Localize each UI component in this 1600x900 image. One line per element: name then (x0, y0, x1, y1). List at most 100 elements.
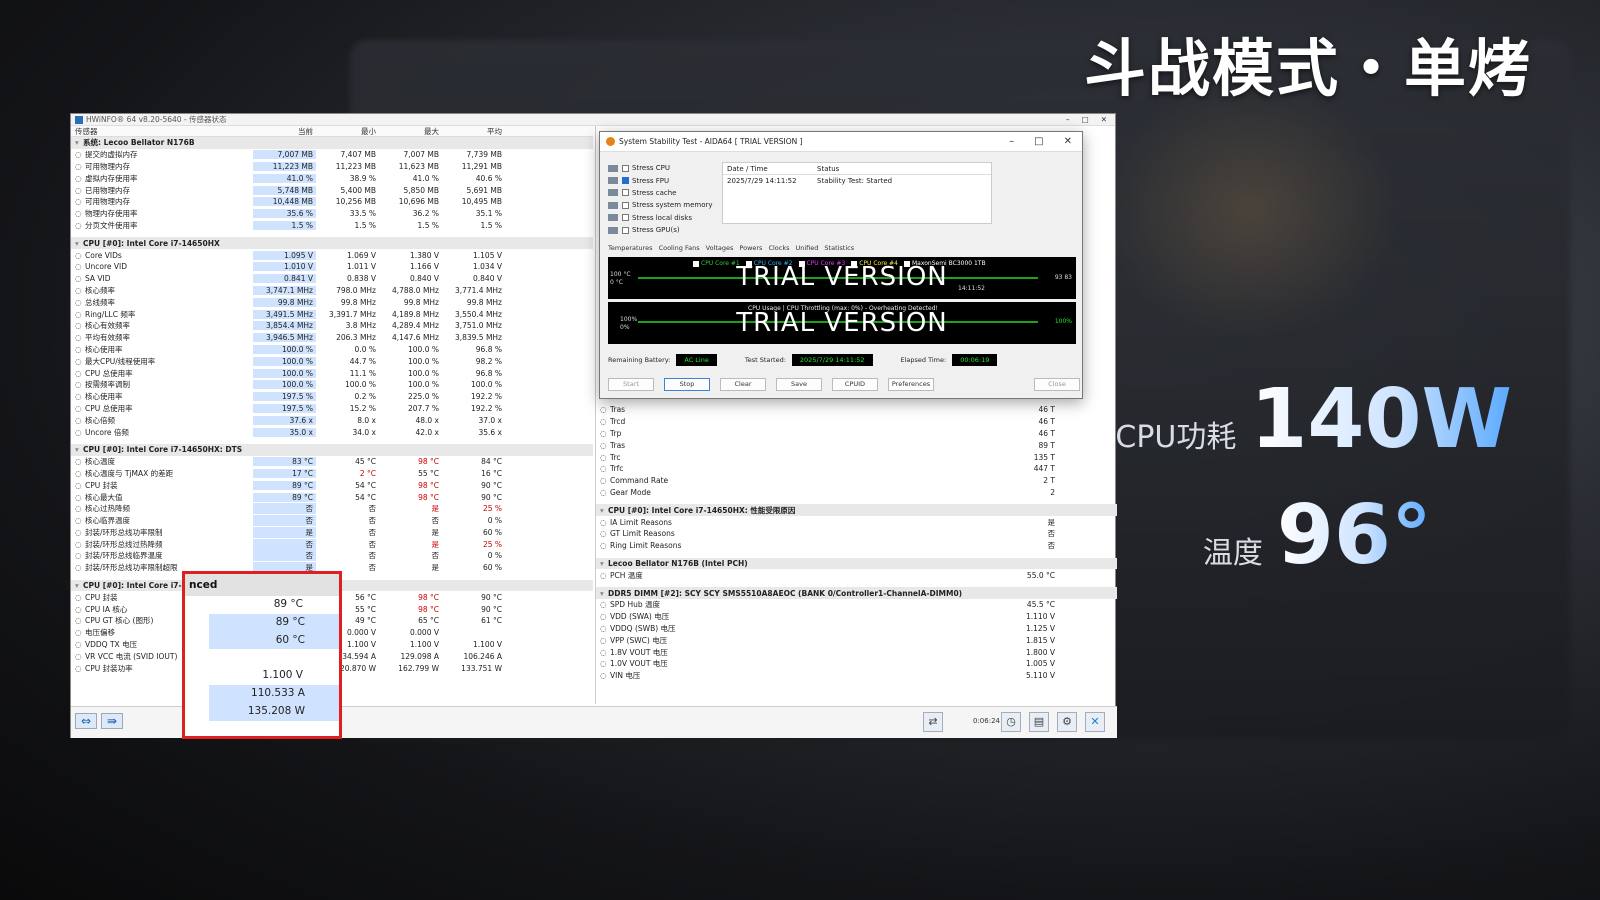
column-current[interactable]: 当前 (253, 126, 316, 137)
clock-icon[interactable]: ◷ (1001, 712, 1021, 732)
collapse-chevron-icon[interactable]: ▾ (600, 506, 608, 515)
save-button[interactable]: Save (776, 378, 822, 391)
preferences-button[interactable]: Preferences (888, 378, 934, 391)
sensor-row[interactable]: ◌ VPP (SWC) 电压 1.815 V (596, 634, 1117, 646)
sensor-row[interactable]: ◌ SA VID 0.841 V 0.838 V 0.840 V 0.840 V (71, 273, 593, 285)
settings-gear-icon[interactable]: ⚙ (1057, 712, 1077, 732)
sensor-row[interactable]: ◌ VDDQ (SWB) 电压 1.125 V (596, 623, 1117, 635)
report-icon[interactable]: ▤ (1029, 712, 1049, 732)
sensor-row[interactable]: ◌ 平均有效频率 3,946.5 MHz 206.3 MHz 4,147.6 MHz 3,… (71, 332, 593, 344)
stress-checkbox[interactable] (622, 201, 629, 209)
stop-button[interactable]: Stop (664, 378, 710, 391)
sensor-row[interactable]: ◌ 核心倍频 37.6 x 8.0 x 48.0 x 37.0 x (71, 414, 593, 426)
tab-cooling-fans[interactable]: Cooling Fans (659, 244, 700, 252)
collapse-chevron-icon[interactable]: ▾ (75, 581, 83, 590)
sensor-row[interactable]: ◌ Ring/LLC 频率 3,491.5 MHz 3,391.7 MHz 4,189.… (71, 308, 593, 320)
sensor-row[interactable]: ◌ Ring Limit Reasons 否 (596, 540, 1117, 552)
column-sensor[interactable]: 传感器 (71, 126, 253, 137)
stress-option[interactable]: Stress system memory (608, 199, 720, 211)
sensor-row[interactable]: ◌ 核心临界温度否否否 0 % (71, 515, 593, 527)
maximize-icon[interactable]: □ (1082, 115, 1089, 124)
stress-checkbox[interactable] (622, 177, 629, 185)
tab-statistics[interactable]: Statistics (824, 244, 854, 252)
sensor-row[interactable]: ◌ Command Rate 2 T (596, 475, 1117, 487)
sensor-row[interactable]: ◌ 可用物理内存 10,448 MB 10,256 MB 10,696 MB 10,495… (71, 196, 593, 208)
aida-minimize-icon[interactable]: – (1009, 136, 1014, 147)
close-app-icon[interactable]: ✕ (1085, 712, 1105, 732)
sensor-row[interactable]: ◌ 物理内存使用率 35.6 % 33.5 % 36.2 % 35.1 % (71, 208, 593, 220)
sensor-row[interactable]: ◌ Uncore VID 1.010 V 1.011 V 1.166 V 1.034 V (71, 261, 593, 273)
sensor-row[interactable]: ◌ Tras 46 T (596, 404, 1117, 416)
stress-checkbox[interactable] (622, 164, 629, 172)
stress-option[interactable]: Stress cache (608, 187, 720, 199)
sensor-row[interactable]: ◌ Core VIDs 1.095 V 1.069 V 1.380 V 1.105 V (71, 249, 593, 261)
stress-checkbox[interactable] (622, 214, 629, 222)
minimize-icon[interactable]: – (1066, 115, 1070, 124)
sensor-row[interactable]: ◌ VDD (SWA) 电压 1.110 V (596, 611, 1117, 623)
cpuid-button[interactable]: CPUID (832, 378, 878, 391)
aida-close-icon[interactable]: ✕ (1064, 136, 1072, 147)
sensor-row[interactable]: ◌ 核心过热降频否否是 25 % (71, 503, 593, 515)
collapse-chevron-icon[interactable]: ▾ (600, 589, 608, 598)
sensor-row[interactable]: ◌ 核心有效频率 3,854.4 MHz 3.8 MHz 4,289.4 MHz 3,75… (71, 320, 593, 332)
sensor-group-header[interactable]: ▾ 系统: Lecoo Bellator N176B (71, 137, 593, 149)
sensor-row[interactable]: ◌ IA Limit Reasons 是 (596, 516, 1117, 528)
sensor-row[interactable]: ◌ 最大CPU/线程使用率 100.0 % 44.7 % 100.0 % 98.2 % (71, 355, 593, 367)
sensor-group-header[interactable]: ▾ CPU [#0]: Intel Core i7-14650HX: 性能受限原因 (596, 504, 1117, 517)
sensor-row[interactable]: ◌ 已用物理内存 5,748 MB 5,400 MB 5,850 MB 5,691 MB (71, 184, 593, 196)
sensor-row[interactable]: ◌ Trcd 46 T (596, 416, 1117, 428)
sensor-row[interactable]: ◌ 封装/环形总线临界温度否否否 0 % (71, 550, 593, 562)
collapse-chevron-icon[interactable]: ▾ (75, 138, 83, 147)
tab-voltages[interactable]: Voltages (706, 244, 734, 252)
sensor-row[interactable]: ◌ Uncore 倍频 35.0 x 34.0 x 42.0 x 35.6 x (71, 426, 593, 438)
close-icon[interactable]: ✕ (1101, 115, 1107, 124)
column-avg[interactable]: 平均 (442, 126, 505, 137)
stress-checkbox[interactable] (622, 189, 629, 197)
sensor-row[interactable]: ◌ VIN 电压 5.110 V (596, 670, 1117, 682)
tab-temperatures[interactable]: Temperatures (608, 244, 653, 252)
sensor-row[interactable]: ◌ CPU 封装 89 °C 54 °C 98 °C 90 °C (71, 479, 593, 491)
sensor-group-header[interactable]: ▾ CPU [#0]: Intel Core i7-14650HX (71, 237, 593, 250)
network-icon[interactable]: ⇄ (923, 712, 943, 732)
sensor-row[interactable]: ◌ 提交的虚拟内存 7,007 MB 7,407 MB 7,007 MB 7,739 MB (71, 149, 593, 161)
aida-maximize-icon[interactable]: □ (1034, 136, 1043, 147)
sensor-row[interactable]: ◌ 可用物理内存 11,223 MB 11,223 MB 11,623 MB 11,291… (71, 161, 593, 173)
sensor-group-header[interactable]: ▾ Lecoo Bellator N176B (Intel PCH) (596, 557, 1117, 570)
sensor-group-header[interactable]: ▾ CPU [#0]: Intel Core i7-14650HX: DTS (71, 443, 593, 456)
tab-powers[interactable]: Powers (739, 244, 762, 252)
sensor-row[interactable]: ◌ 总线频率 99.8 MHz 99.8 MHz 99.8 MHz 99.8 MHz (71, 296, 593, 308)
sensor-row[interactable]: ◌ Trfc 447 T (596, 463, 1117, 475)
stress-checkbox[interactable] (622, 226, 629, 234)
sensor-row[interactable]: ◌ Tras 89 T (596, 439, 1117, 451)
start-button[interactable]: Start (608, 378, 654, 391)
sensor-row[interactable]: ◌ SPD Hub 温度 45.5 °C (596, 599, 1117, 611)
sensor-row[interactable]: ◌ Trc 135 T (596, 451, 1117, 463)
sensor-row[interactable]: ◌ 核心频率 3,747.1 MHz 798.0 MHz 4,788.0 MHz 3,77… (71, 285, 593, 297)
sensor-row[interactable]: ◌ 虚拟内存使用率 41.0 % 38.9 % 41.0 % 40.6 % (71, 172, 593, 184)
sensor-row[interactable]: ◌ 按需频率调制 100.0 % 100.0 % 100.0 % 100.0 % (71, 379, 593, 391)
column-max[interactable]: 最大 (379, 126, 442, 137)
collapse-chevron-icon[interactable]: ▾ (75, 445, 83, 454)
sensor-group-header[interactable]: ▾ DDR5 DIMM [#2]: SCY SCY SMS5510A8AEOC (… (596, 587, 1117, 599)
sensor-row[interactable]: ◌ Trp 46 T (596, 428, 1117, 440)
stress-option[interactable]: Stress CPU (608, 162, 720, 174)
sensor-row[interactable]: ◌ CPU 总使用率 197.5 % 15.2 % 207.7 % 192.2 % (71, 403, 593, 415)
sensor-row[interactable]: ◌ 分页文件使用率 1.5 % 1.5 % 1.5 % 1.5 % (71, 220, 593, 232)
clear-button[interactable]: Clear (720, 378, 766, 391)
sensor-row[interactable]: ◌ 核心温度与 TjMAX 的差距 17 °C 2 °C 55 °C 16 °C (71, 468, 593, 480)
sensor-row[interactable]: ◌ 封装/环形总线功率限制是否是 60 % (71, 526, 593, 539)
column-min[interactable]: 最小 (316, 126, 379, 137)
expand-arrows-icon[interactable]: ⇔ (75, 713, 97, 729)
sensor-row[interactable]: ◌ PCH 温度 55.0 °C (596, 569, 1117, 581)
sensor-row[interactable]: ◌ 1.0V VOUT 电压 1.005 V (596, 658, 1117, 670)
tab-unified[interactable]: Unified (796, 244, 819, 252)
sensor-row[interactable]: ◌ 封装/环形总线过热降频否否是 25 % (71, 538, 593, 550)
close-button[interactable]: Close (1034, 378, 1080, 391)
collapse-chevron-icon[interactable]: ▾ (75, 239, 83, 248)
sensor-row[interactable]: ◌ 核心最大值 89 °C 54 °C 98 °C 90 °C (71, 491, 593, 503)
sensor-row[interactable]: ◌ GT Limit Reasons 否 (596, 528, 1117, 540)
stress-option[interactable]: Stress FPU (608, 174, 720, 186)
sensor-row[interactable]: ◌ 核心温度 83 °C 45 °C 98 °C 84 °C (71, 456, 593, 468)
collapse-chevron-icon[interactable]: ▾ (600, 559, 608, 568)
sensor-row[interactable]: ◌ Gear Mode 2 (596, 487, 1117, 499)
